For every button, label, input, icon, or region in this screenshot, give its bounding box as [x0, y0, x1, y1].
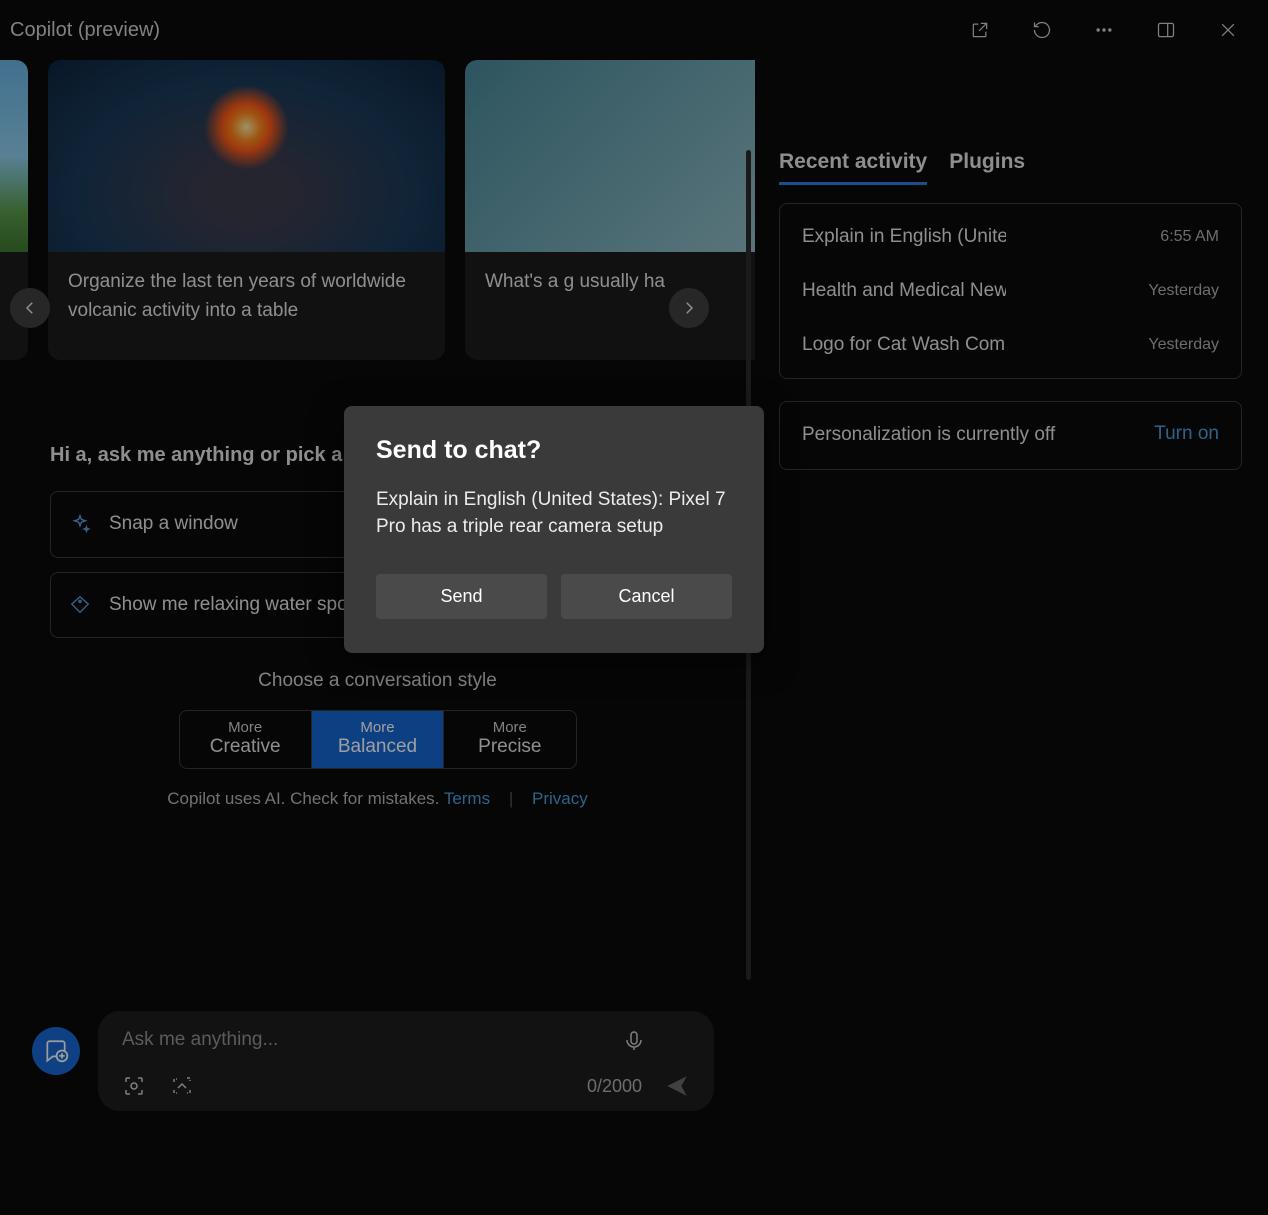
dialog-title: Send to chat? [376, 436, 732, 465]
send-button[interactable]: Send [376, 574, 547, 619]
cancel-button[interactable]: Cancel [561, 574, 732, 619]
send-to-chat-dialog: Send to chat? Explain in English (United… [344, 406, 764, 653]
dialog-message: Explain in English (United States): Pixe… [376, 487, 732, 540]
